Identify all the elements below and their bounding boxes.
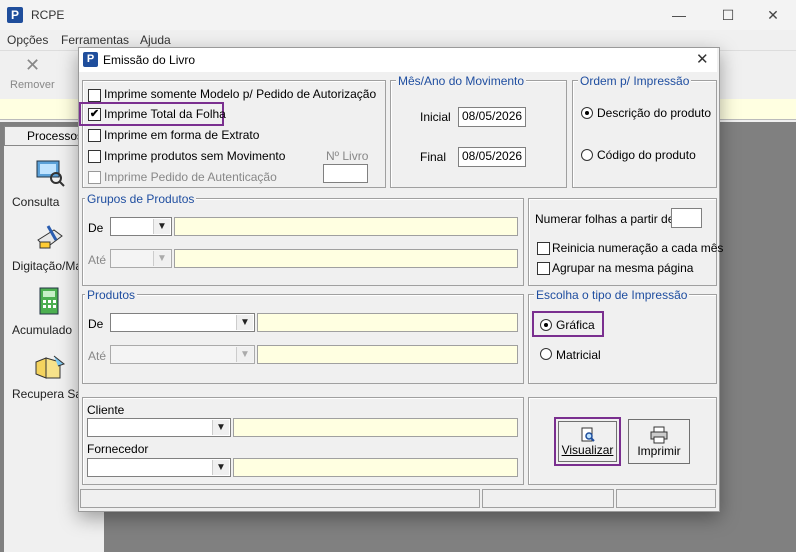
- status-cell-1: [80, 489, 480, 508]
- chevron-down-icon: ▼: [153, 251, 170, 266]
- cliente-label: Cliente: [87, 403, 125, 417]
- window-title: RCPE: [31, 8, 65, 22]
- produtos-de-description: [257, 313, 518, 332]
- chevron-down-icon: ▼: [236, 347, 253, 362]
- produtos-legend: Produtos: [85, 288, 138, 302]
- mes-ano-legend: Mês/Ano do Movimento: [396, 74, 527, 88]
- recupera-icon[interactable]: [34, 352, 66, 382]
- printer-icon: [629, 426, 689, 444]
- grupos-de-label: De: [88, 221, 104, 235]
- status-cell-2: [482, 489, 614, 508]
- inicial-date-input[interactable]: 08/05/2026: [458, 107, 526, 127]
- cliente-dropdown[interactable]: ▼: [87, 418, 231, 437]
- fornecedor-dropdown[interactable]: ▼: [87, 458, 231, 477]
- radio-grafica[interactable]: [540, 319, 552, 331]
- grupos-de-description: [174, 217, 518, 236]
- preview-icon: [559, 427, 616, 443]
- label-pedido-autenticacao: Imprime Pedido de Autenticação: [104, 170, 277, 184]
- chevron-down-icon[interactable]: ▼: [212, 420, 229, 435]
- remove-icon: ✕: [25, 55, 41, 75]
- label-agrupar: Agrupar na mesma página: [552, 261, 694, 275]
- dialog-close-button[interactable]: ✕: [696, 50, 709, 68]
- radio-descricao[interactable]: [581, 107, 593, 119]
- grupos-legend: Grupos de Produtos: [85, 192, 197, 206]
- fornecedor-description: [233, 458, 518, 477]
- num-livro-input[interactable]: [323, 164, 368, 183]
- produtos-ate-label: Até: [88, 349, 107, 363]
- status-cell-3: [616, 489, 716, 508]
- final-label: Final: [420, 150, 447, 164]
- grupos-ate-description: [174, 249, 518, 268]
- checkbox-reinicia[interactable]: [537, 242, 550, 255]
- checkbox-total-folha[interactable]: ✔: [88, 108, 101, 121]
- label-modelo-pedido: Imprime somente Modelo p/ Pedido de Auto…: [104, 87, 377, 101]
- mes-ano-panel: [390, 80, 567, 188]
- final-date-input[interactable]: 08/05/2026: [458, 147, 526, 167]
- imprimir-label: Imprimir: [637, 444, 681, 458]
- num-livro-label: Nº Livro: [326, 149, 369, 163]
- checkbox-modelo-pedido[interactable]: [88, 89, 101, 102]
- radio-matricial[interactable]: [540, 348, 552, 360]
- checkbox-agrupar[interactable]: [537, 262, 550, 275]
- inicial-label: Inicial: [420, 110, 451, 124]
- digitacao-icon[interactable]: [34, 222, 66, 252]
- consulta-icon[interactable]: [34, 158, 66, 188]
- chevron-down-icon[interactable]: ▼: [212, 460, 229, 475]
- ordem-panel: [572, 80, 717, 188]
- radio-codigo[interactable]: [581, 149, 593, 161]
- menu-ajuda[interactable]: Ajuda: [140, 33, 171, 47]
- produtos-ate-dropdown: ▼: [110, 345, 255, 364]
- label-matricial: Matricial: [556, 348, 601, 362]
- chevron-down-icon[interactable]: ▼: [153, 219, 170, 234]
- grupos-panel: [82, 198, 524, 286]
- numerar-input[interactable]: [671, 208, 702, 228]
- visualizar-button[interactable]: Visualizar: [558, 421, 617, 462]
- label-reinicia: Reinicia numeração a cada mês: [552, 241, 724, 255]
- fornecedor-label: Fornecedor: [87, 442, 149, 456]
- maximize-button[interactable]: ☐: [705, 0, 751, 30]
- checkbox-extrato[interactable]: [88, 129, 101, 142]
- produtos-panel: [82, 294, 524, 384]
- numerar-label: Numerar folhas a partir de: [535, 212, 675, 226]
- label-codigo: Código do produto: [597, 148, 696, 162]
- grupos-ate-label: Até: [88, 253, 107, 267]
- grupos-ate-dropdown: ▼: [110, 249, 172, 268]
- produtos-de-label: De: [88, 317, 104, 331]
- chevron-down-icon[interactable]: ▼: [236, 315, 253, 330]
- label-extrato: Imprime em forma de Extrato: [104, 128, 260, 142]
- close-window-button[interactable]: ✕: [750, 0, 796, 30]
- checkbox-sem-movimento[interactable]: [88, 150, 101, 163]
- remover-button[interactable]: Remover: [10, 79, 55, 91]
- label-sem-movimento: Imprime produtos sem Movimento: [104, 149, 286, 163]
- label-total-folha: Imprime Total da Folha: [104, 107, 226, 121]
- label-grafica: Gráfica: [556, 318, 595, 332]
- acumulado-icon[interactable]: [34, 286, 66, 316]
- grupos-de-dropdown[interactable]: ▼: [110, 217, 172, 236]
- app-logo-icon: P: [7, 7, 23, 23]
- ordem-legend: Ordem p/ Impressão: [578, 74, 692, 88]
- tipo-impressao-panel: [528, 294, 717, 384]
- produtos-ate-description: [257, 345, 518, 364]
- menu-ferramentas[interactable]: Ferramentas: [61, 33, 129, 47]
- cliente-description: [233, 418, 518, 437]
- minimize-button[interactable]: —: [656, 0, 702, 30]
- produtos-de-dropdown[interactable]: ▼: [110, 313, 255, 332]
- dialog-logo-icon: P: [83, 52, 98, 67]
- imprimir-button[interactable]: Imprimir: [628, 419, 690, 464]
- menu-opcoes[interactable]: Opções: [7, 33, 48, 47]
- checkbox-pedido-autenticacao: [88, 171, 101, 184]
- tipo-impressao-legend: Escolha o tipo de Impressão: [534, 288, 690, 302]
- visualizar-label: Visualizar: [561, 443, 614, 457]
- dialog-title: Emissão do Livro: [103, 53, 196, 67]
- label-descricao: Descrição do produto: [597, 106, 712, 120]
